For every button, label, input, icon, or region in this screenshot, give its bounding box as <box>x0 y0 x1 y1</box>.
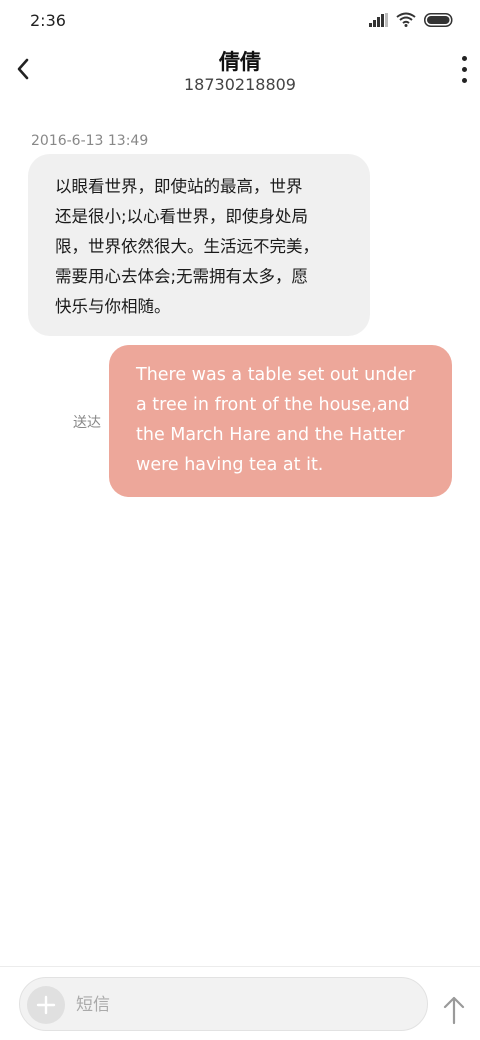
composer-divider <box>0 966 480 967</box>
more-options-button[interactable] <box>454 52 474 86</box>
contact-number: 18730218809 <box>184 75 296 94</box>
message-input[interactable] <box>76 990 406 1020</box>
plus-icon <box>36 995 56 1015</box>
message-line: the March Hare and the Hatter <box>136 425 405 445</box>
status-time: 2:36 <box>30 11 66 30</box>
message-timestamp: 2016-6-13 13:49 <box>31 133 149 149</box>
message-line: 还是很小;以心看世界，即使身处局 <box>55 207 309 226</box>
incoming-message-bubble[interactable]: 以眼看世界，即使站的最高，世界 还是很小;以心看世界，即使身处局 限，世界依然很… <box>28 154 370 336</box>
message-line: were having tea at it. <box>136 455 324 475</box>
message-line: 以眼看世界，即使站的最高，世界 <box>55 177 303 196</box>
wifi-icon <box>396 12 416 27</box>
message-line: a tree in front of the house,and <box>136 395 410 415</box>
contact-name: 倩倩 <box>219 50 261 74</box>
composer-bar <box>19 977 428 1031</box>
arrow-up-icon <box>443 996 465 1025</box>
delivery-status: 送达 <box>73 415 101 431</box>
message-line: 快乐与你相随。 <box>55 297 171 316</box>
battery-icon <box>424 12 453 27</box>
signal-icon <box>369 12 388 27</box>
send-button[interactable] <box>440 992 468 1028</box>
message-line: 限，世界依然很大。生活远不完美， <box>55 237 319 256</box>
add-attachment-button[interactable] <box>27 986 65 1024</box>
message-line: There was a table set out under <box>136 365 416 385</box>
outgoing-message-bubble[interactable]: There was a table set out under a tree i… <box>109 345 452 497</box>
chat-screen: 2:36 倩倩 18730218809 2016-6-13 13:49 以眼看世… <box>0 0 480 1040</box>
status-icons <box>369 12 454 27</box>
status-bar: 2:36 <box>0 0 480 40</box>
more-vertical-icon <box>461 55 467 61</box>
message-line: 需要用心去体会;无需拥有太多，愿 <box>55 267 309 286</box>
